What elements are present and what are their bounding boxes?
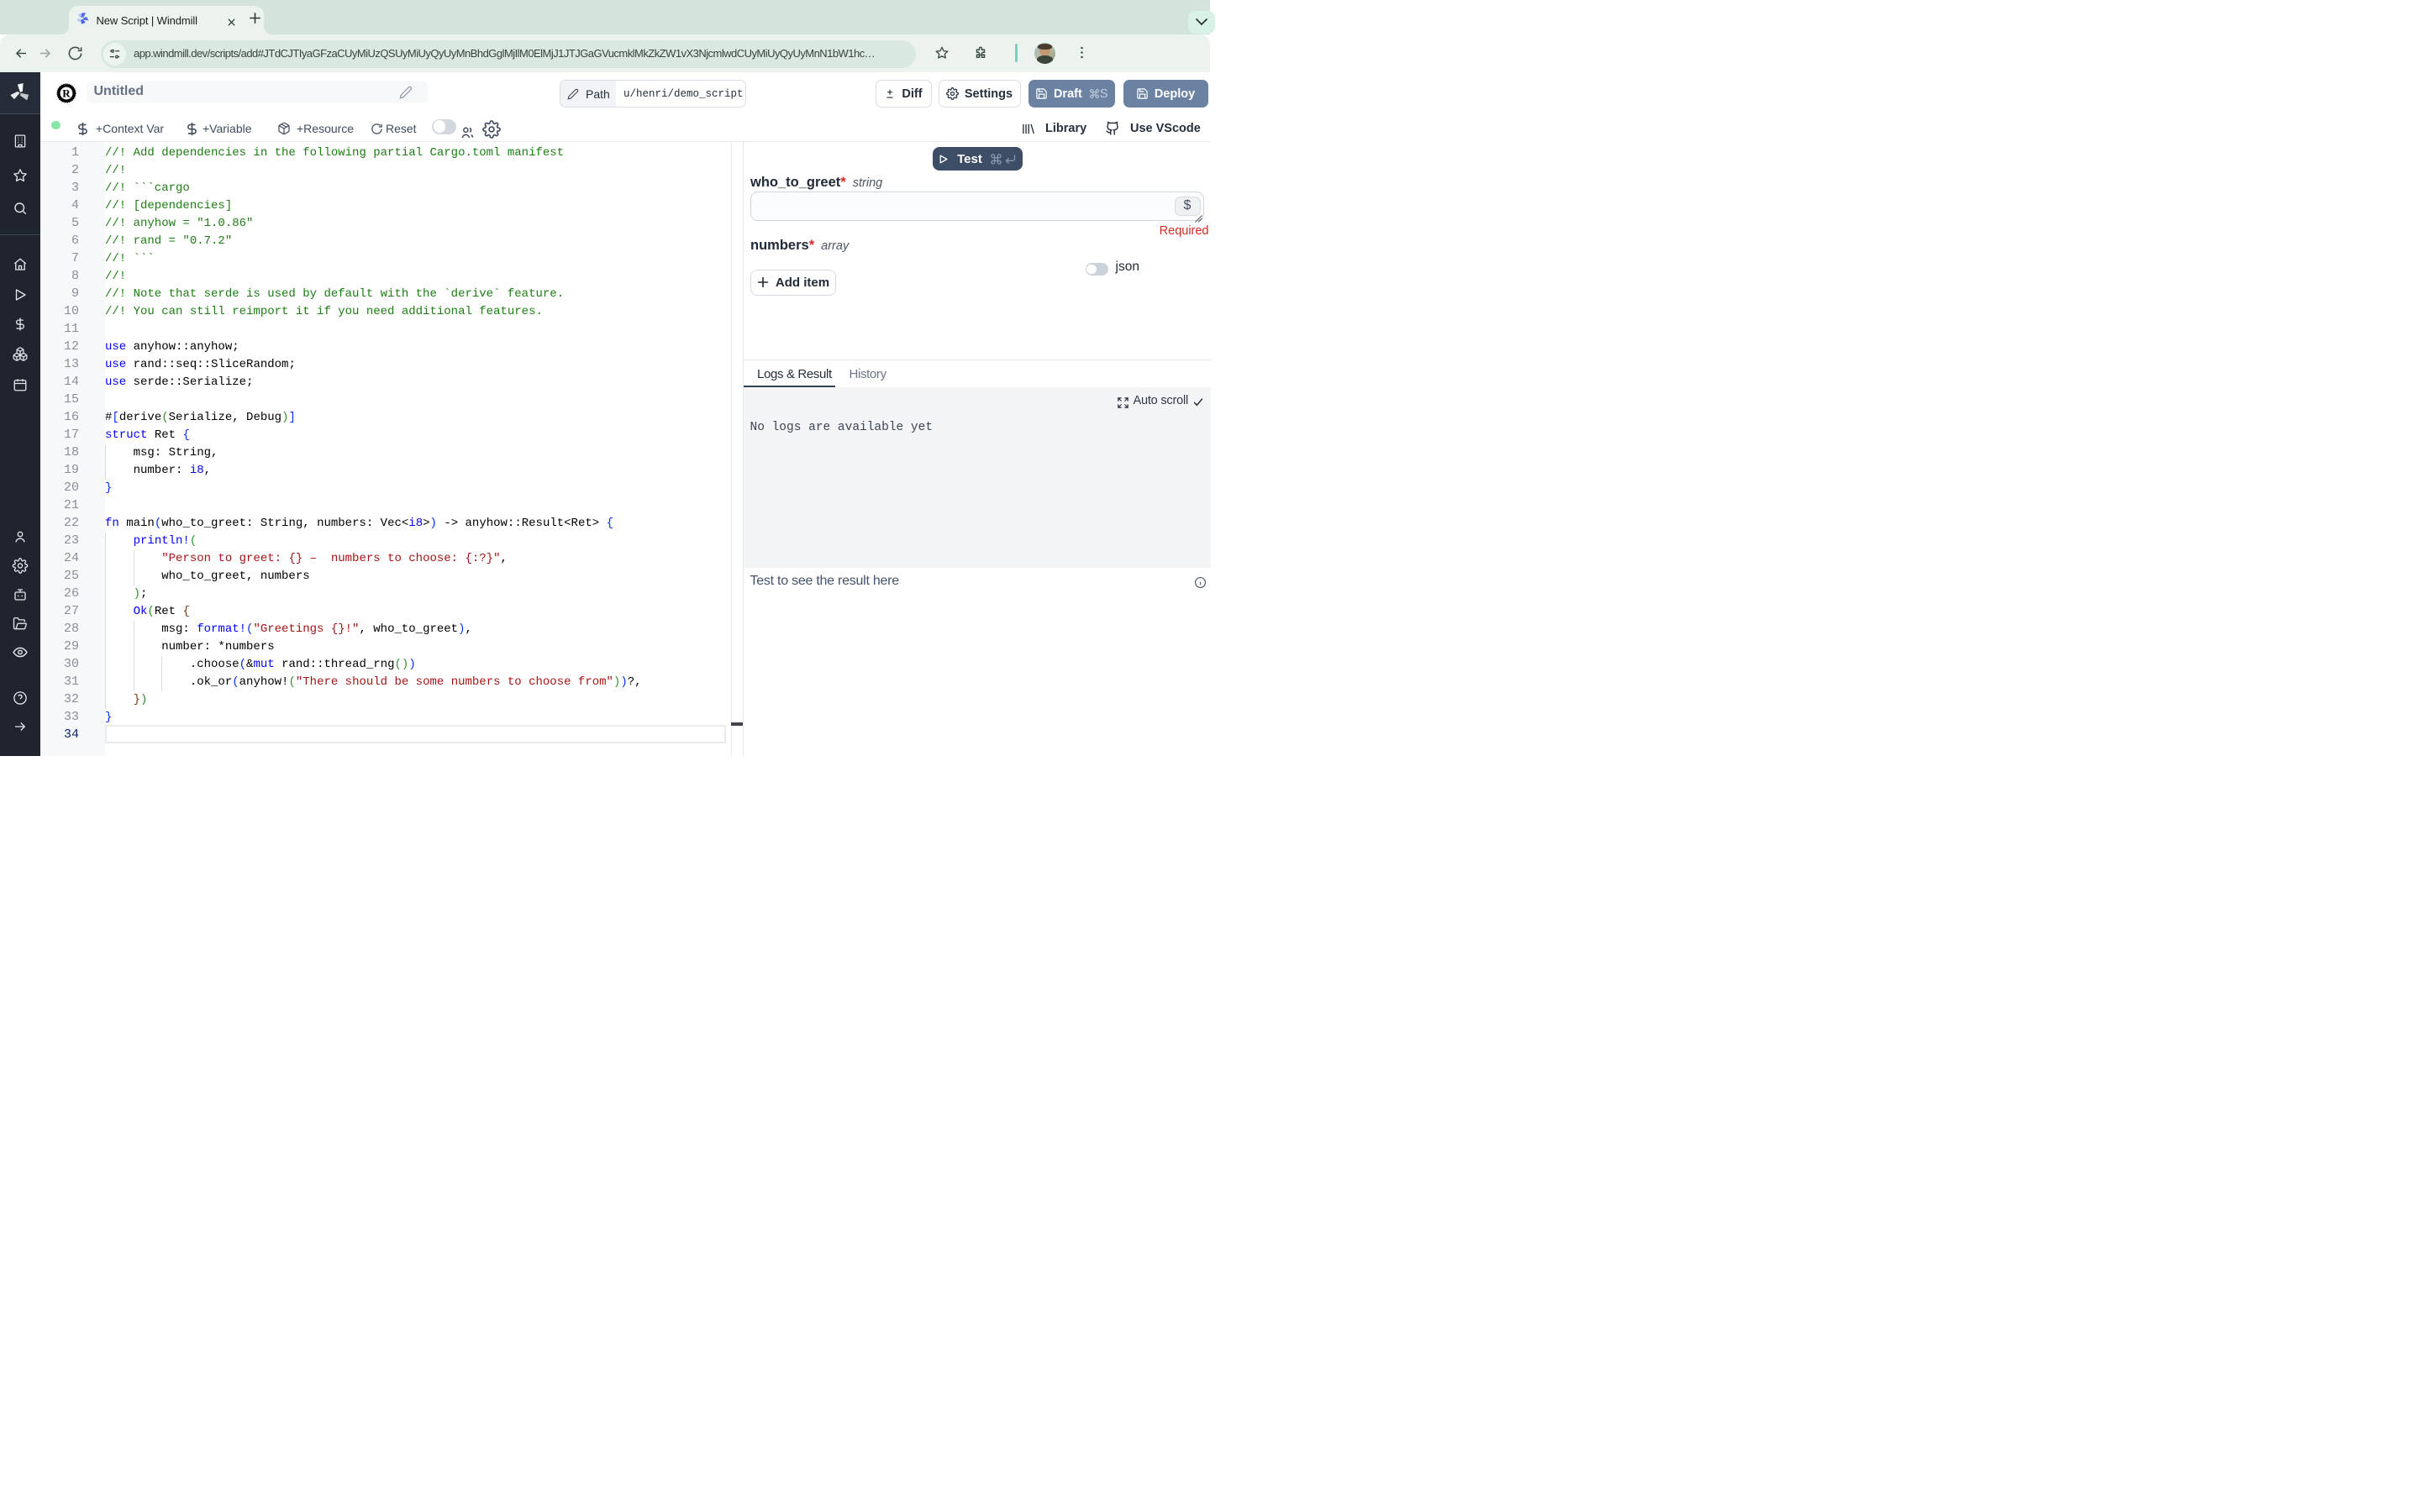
svg-text:R: R [62,87,71,100]
